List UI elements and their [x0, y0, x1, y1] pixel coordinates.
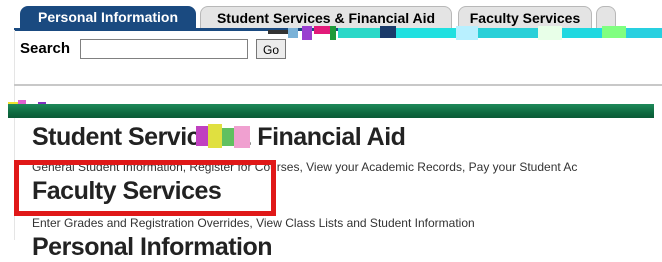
go-button[interactable]: Go	[256, 39, 286, 59]
tab-partial[interactable]	[596, 6, 616, 28]
section-title-personal-information[interactable]: Personal Information	[32, 232, 273, 262]
glitch-mid	[196, 124, 276, 150]
section-desc-faculty-services: Enter Grades and Registration Overrides,…	[32, 216, 475, 230]
glitch-band	[268, 26, 662, 42]
search-input[interactable]	[80, 39, 248, 59]
highlight-box	[14, 160, 276, 216]
left-gutter	[0, 30, 15, 240]
search-label: Search	[20, 40, 71, 57]
divider	[14, 84, 662, 86]
tab-student-services-financial-aid[interactable]: Student Services & Financial Aid	[200, 6, 452, 28]
tab-faculty-services[interactable]: Faculty Services	[458, 6, 592, 28]
tab-personal-information[interactable]: Personal Information	[20, 6, 196, 28]
section-banner	[8, 104, 654, 118]
